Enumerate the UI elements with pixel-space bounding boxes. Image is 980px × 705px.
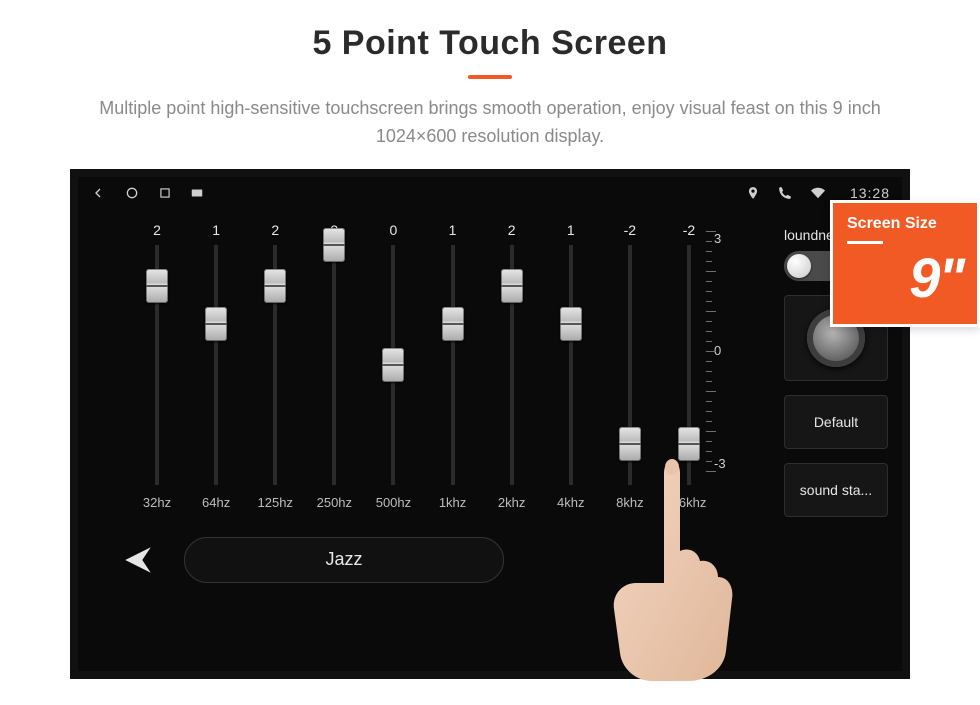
slider-thumb[interactable] bbox=[205, 307, 227, 341]
slider-label: 16khz bbox=[672, 495, 707, 510]
back-button[interactable] bbox=[116, 538, 160, 582]
scale-max: 3 bbox=[714, 231, 721, 246]
preset-selector[interactable]: Jazz bbox=[184, 537, 504, 583]
slider-thumb[interactable] bbox=[264, 269, 286, 303]
eq-scale: 3 0 -3 bbox=[714, 231, 748, 471]
slider-thumb[interactable] bbox=[560, 307, 582, 341]
slider-label: 250hz bbox=[317, 495, 352, 510]
eq-slider[interactable]: 3250hz bbox=[311, 219, 357, 510]
slider-thumb[interactable] bbox=[678, 427, 700, 461]
slider-value: 0 bbox=[390, 219, 398, 241]
slider-track bbox=[273, 245, 277, 485]
eq-slider[interactable]: 2 2khz bbox=[489, 219, 535, 510]
device-frame: 13:28 232hz164hz2125hz3250hz0500hz11khz2… bbox=[70, 169, 910, 679]
wifi-icon bbox=[810, 186, 826, 200]
title-underline bbox=[468, 75, 512, 79]
slider-thumb[interactable] bbox=[501, 269, 523, 303]
eq-slider[interactable]: -2 8khz bbox=[607, 219, 653, 510]
slider-label: 4khz bbox=[557, 495, 584, 510]
slider-value: -2 bbox=[624, 219, 636, 241]
slider-label: 64hz bbox=[202, 495, 230, 510]
slider-label: 8khz bbox=[616, 495, 643, 510]
slider-thumb[interactable] bbox=[442, 307, 464, 341]
slider-track bbox=[569, 245, 573, 485]
slider-track bbox=[391, 245, 395, 485]
phone-icon bbox=[778, 186, 792, 200]
slider-label: 32hz bbox=[143, 495, 171, 510]
back-icon[interactable] bbox=[90, 185, 106, 201]
status-bar: 13:28 bbox=[78, 177, 902, 209]
eq-slider[interactable]: 2 125hz bbox=[252, 219, 298, 510]
slider-label: 125hz bbox=[258, 495, 293, 510]
equalizer-panel: 232hz164hz2125hz3250hz0500hz11khz22khz14… bbox=[78, 209, 770, 671]
eq-slider[interactable]: 0 500hz bbox=[370, 219, 416, 510]
slider-value: -2 bbox=[683, 219, 695, 241]
slider-value: 2 bbox=[153, 219, 161, 241]
badge-title: Screen Size bbox=[847, 215, 963, 233]
slider-value: 2 bbox=[508, 219, 516, 241]
screen-size-badge: Screen Size 9" bbox=[830, 200, 980, 327]
scale-min: -3 bbox=[714, 456, 726, 471]
slider-thumb[interactable] bbox=[146, 269, 168, 303]
toggle-knob bbox=[787, 254, 811, 278]
slider-label: 1khz bbox=[439, 495, 466, 510]
location-icon bbox=[746, 186, 760, 200]
slider-thumb[interactable] bbox=[323, 228, 345, 262]
slider-thumb[interactable] bbox=[382, 348, 404, 382]
slider-label: 2khz bbox=[498, 495, 525, 510]
slider-label: 500hz bbox=[376, 495, 411, 510]
slider-track bbox=[687, 245, 691, 485]
slider-track bbox=[628, 245, 632, 485]
slider-track bbox=[510, 245, 514, 485]
slider-track bbox=[451, 245, 455, 485]
slider-value: 1 bbox=[567, 219, 575, 241]
eq-slider[interactable]: 1 4khz bbox=[548, 219, 594, 510]
slider-track bbox=[214, 245, 218, 485]
recent-icon[interactable] bbox=[158, 186, 172, 200]
slider-track bbox=[155, 245, 159, 485]
eq-slider[interactable]: 1 64hz bbox=[193, 219, 239, 510]
slider-thumb[interactable] bbox=[619, 427, 641, 461]
page-title: 5 Point Touch Screen bbox=[0, 24, 980, 63]
default-button[interactable]: Default bbox=[784, 395, 888, 449]
sound-stage-button[interactable]: sound sta... bbox=[784, 463, 888, 517]
eq-slider[interactable]: 1 1khz bbox=[430, 219, 476, 510]
badge-value: 9" bbox=[847, 250, 963, 306]
home-icon[interactable] bbox=[124, 185, 140, 201]
slider-value: 1 bbox=[212, 219, 220, 241]
badge-underline bbox=[847, 241, 883, 244]
slider-track bbox=[332, 245, 336, 485]
status-time: 13:28 bbox=[850, 185, 890, 201]
preset-label: Jazz bbox=[325, 549, 362, 570]
slider-value: 1 bbox=[449, 219, 457, 241]
page-description: Multiple point high-sensitive touchscree… bbox=[70, 95, 910, 151]
eq-slider[interactable]: 2 32hz bbox=[134, 219, 180, 510]
slider-value: 2 bbox=[271, 219, 279, 241]
app-icon[interactable] bbox=[190, 186, 204, 200]
